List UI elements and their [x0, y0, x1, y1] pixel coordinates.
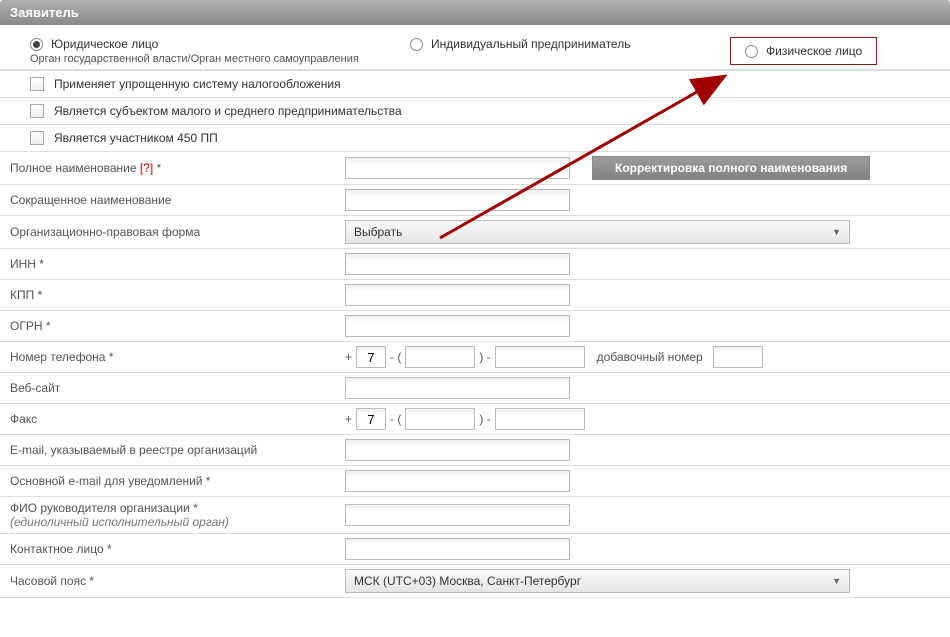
row-director-fio: ФИО руководителя организации * (единолич…: [0, 497, 950, 534]
radio-physical-highlight: Физическое лицо: [730, 37, 877, 65]
row-email-registry: E-mail, указываемый в реестре организаци…: [0, 435, 950, 466]
chevron-down-icon: ▼: [832, 227, 841, 237]
row-full-name: Полное наименование [?] * Корректировка …: [0, 152, 950, 185]
select-value: Выбрать: [354, 225, 402, 239]
label-fax: Факс: [10, 412, 37, 426]
checkbox-icon: [30, 104, 44, 118]
phone-sep: - (: [390, 350, 401, 364]
phone-ext-input[interactable]: [713, 346, 763, 368]
section-header: Заявитель: [0, 0, 950, 25]
row-contact: Контактное лицо *: [0, 534, 950, 565]
correct-name-button[interactable]: Корректировка полного наименования: [592, 156, 870, 180]
checkbox-label: Применяет упрощенную систему налогооблож…: [54, 77, 341, 91]
ext-label: добавочный номер: [597, 350, 703, 364]
phone-sep: - (: [390, 412, 401, 426]
row-website: Веб-сайт: [0, 373, 950, 404]
label-contact: Контактное лицо *: [10, 542, 112, 556]
row-email-main: Основной e-mail для уведомлений *: [0, 466, 950, 497]
chevron-down-icon: ▼: [832, 576, 841, 586]
radio-icon: [30, 38, 43, 51]
radio-legal-label: Юридическое лицо: [51, 37, 158, 51]
checkbox-pp450[interactable]: Является участником 450 ПП: [0, 125, 950, 152]
radio-icon: [745, 45, 758, 58]
checkbox-label: Является участником 450 ПП: [54, 131, 218, 145]
checkbox-icon: [30, 77, 44, 91]
checkbox-icon: [30, 131, 44, 145]
applicant-type-radios: Юридическое лицо Орган государственной в…: [0, 25, 950, 70]
checkbox-label: Является субъектом малого и среднего пре…: [54, 104, 402, 118]
row-short-name: Сокращенное наименование: [0, 185, 950, 216]
label-full-name: Полное наименование: [10, 161, 140, 175]
director-fio-input[interactable]: [345, 504, 570, 526]
email-registry-input[interactable]: [345, 439, 570, 461]
label-email-reg: E-mail, указываемый в реестре организаци…: [10, 443, 257, 457]
row-phone: Номер телефона * + - ( ) - добавочный но…: [0, 342, 950, 373]
label-email-main: Основной e-mail для уведомлений *: [10, 474, 210, 488]
radio-physical-label: Физическое лицо: [766, 44, 862, 58]
phone-area-input[interactable]: [405, 346, 475, 368]
email-main-input[interactable]: [345, 470, 570, 492]
ogrn-input[interactable]: [345, 315, 570, 337]
full-name-input[interactable]: [345, 157, 570, 179]
phone-plus: +: [345, 350, 352, 364]
radio-icon: [410, 38, 423, 51]
row-fax: Факс + - ( ) -: [0, 404, 950, 435]
row-inn: ИНН *: [0, 249, 950, 280]
fax-num-input[interactable]: [495, 408, 585, 430]
phone-sep: ) -: [479, 350, 490, 364]
legal-form-select[interactable]: Выбрать ▼: [345, 220, 850, 244]
timezone-select[interactable]: МСК (UTC+03) Москва, Санкт-Петербург ▼: [345, 569, 850, 593]
phone-sep: ) -: [479, 412, 490, 426]
short-name-input[interactable]: [345, 189, 570, 211]
fax-area-input[interactable]: [405, 408, 475, 430]
label-kpp: КПП *: [10, 288, 42, 302]
kpp-input[interactable]: [345, 284, 570, 306]
radio-physical[interactable]: Физическое лицо: [745, 44, 862, 58]
row-kpp: КПП *: [0, 280, 950, 311]
contact-input[interactable]: [345, 538, 570, 560]
label-short-name: Сокращенное наименование: [10, 193, 171, 207]
checkbox-sme[interactable]: Является субъектом малого и среднего пре…: [0, 98, 950, 125]
fax-cc-input[interactable]: [356, 408, 386, 430]
label-tz: Часовой пояс *: [10, 574, 94, 588]
label-website: Веб-сайт: [10, 381, 60, 395]
label-fio-sub: (единоличный исполнительный орган): [10, 515, 345, 529]
select-value: МСК (UTC+03) Москва, Санкт-Петербург: [354, 574, 581, 588]
row-ogrn: ОГРН *: [0, 311, 950, 342]
label-phone: Номер телефона *: [10, 350, 113, 364]
radio-individual[interactable]: Индивидуальный предприниматель: [410, 37, 630, 51]
phone-cc-input[interactable]: [356, 346, 386, 368]
website-input[interactable]: [345, 377, 570, 399]
row-legal-form: Организационно-правовая форма Выбрать ▼: [0, 216, 950, 249]
checkbox-simplified-tax[interactable]: Применяет упрощенную систему налогооблож…: [0, 70, 950, 98]
row-timezone: Часовой пояс * МСК (UTC+03) Москва, Санк…: [0, 565, 950, 598]
phone-num-input[interactable]: [495, 346, 585, 368]
help-link[interactable]: [?]: [140, 161, 153, 175]
inn-input[interactable]: [345, 253, 570, 275]
label-ogrn: ОГРН *: [10, 319, 51, 333]
label-inn: ИНН *: [10, 257, 44, 271]
phone-plus: +: [345, 412, 352, 426]
radio-individual-label: Индивидуальный предприниматель: [431, 37, 630, 51]
label-fio: ФИО руководителя организации *: [10, 501, 198, 515]
section-title: Заявитель: [10, 5, 79, 20]
radio-legal-sublabel: Орган государственной власти/Орган местн…: [30, 53, 410, 65]
radio-legal-entity[interactable]: Юридическое лицо: [30, 37, 410, 51]
required-mark: *: [153, 161, 161, 175]
label-legal-form: Организационно-правовая форма: [10, 225, 200, 239]
